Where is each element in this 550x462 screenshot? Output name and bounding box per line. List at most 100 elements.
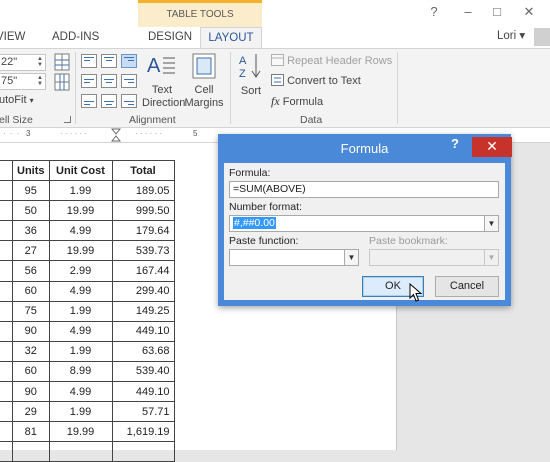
sort-button[interactable]: A Z Sort xyxy=(236,52,266,100)
paste-function-select[interactable]: ▼ xyxy=(229,249,359,266)
spinner-arrows-icon[interactable]: ▲ ▼ xyxy=(37,56,43,68)
tab-layout[interactable]: LAYOUT xyxy=(200,27,262,49)
user-name[interactable]: Lori ▾ xyxy=(497,28,525,42)
table-cell[interactable] xyxy=(48,441,113,462)
table-lead-cell[interactable] xyxy=(0,441,13,462)
table-cell[interactable]: 1.99 xyxy=(48,340,113,362)
close-button[interactable]: ✕ xyxy=(472,137,512,157)
number-format-combo[interactable]: #,##0.00 ▼ xyxy=(229,215,499,232)
repeat-header-rows-button[interactable]: Repeat Header Rows xyxy=(271,54,392,67)
table-cell[interactable]: 50 xyxy=(12,200,50,222)
table-header-cell[interactable]: Units xyxy=(12,159,50,182)
table-cell[interactable]: 75 xyxy=(12,300,50,322)
table-lead-cell[interactable] xyxy=(0,421,13,443)
cancel-button[interactable]: Cancel xyxy=(435,276,499,297)
table-cell[interactable]: 90 xyxy=(12,320,50,342)
table-lead-cell[interactable] xyxy=(0,340,13,362)
spinner-arrows-icon[interactable]: ▲ ▼ xyxy=(37,75,43,87)
table-lead-cell[interactable] xyxy=(0,220,13,242)
table-cell[interactable]: 167.44 xyxy=(111,260,175,282)
table-cell[interactable]: 2.99 xyxy=(48,260,113,282)
table-cell[interactable]: 189.05 xyxy=(111,180,175,202)
chevron-down-icon[interactable]: ▼ xyxy=(344,250,358,265)
align-bottom-center-button[interactable] xyxy=(101,94,117,108)
distribute-rows-icon[interactable] xyxy=(54,53,70,71)
table-cell[interactable]: 149.25 xyxy=(111,300,175,322)
cell-height-spinner[interactable]: 22" ▲ ▼ xyxy=(0,54,46,71)
table-lead-cell[interactable] xyxy=(0,360,13,383)
cell-margins-button[interactable]: Cell Margins xyxy=(184,52,224,112)
help-icon[interactable]: ? xyxy=(425,4,443,19)
table-cell[interactable]: 27 xyxy=(12,240,50,262)
table-cell[interactable]: 4.99 xyxy=(48,320,113,342)
table-cell[interactable]: 36 xyxy=(12,220,50,242)
table-cell[interactable]: 4.99 xyxy=(48,381,113,403)
table-cell[interactable]: 999.50 xyxy=(111,200,175,222)
align-top-left-button[interactable] xyxy=(81,54,97,68)
table-lead-cell[interactable] xyxy=(0,401,13,423)
table-lead-cell[interactable] xyxy=(0,180,13,202)
help-icon[interactable]: ? xyxy=(451,136,459,151)
table-lead-cell[interactable] xyxy=(0,260,13,282)
table-cell[interactable]: 1.99 xyxy=(48,401,113,423)
convert-to-text-button[interactable]: Convert to Text xyxy=(271,74,361,87)
cell-width-spinner[interactable]: 75" ▲ ▼ xyxy=(0,73,46,90)
tab-design[interactable]: DESIGN xyxy=(148,27,192,48)
table-lead-cell[interactable] xyxy=(0,381,13,403)
align-top-center-button[interactable] xyxy=(101,54,117,68)
table-cell[interactable]: 29 xyxy=(12,401,50,423)
align-bottom-right-button[interactable] xyxy=(121,94,137,108)
table-cell[interactable]: 19.99 xyxy=(48,240,113,262)
table-header-cell[interactable] xyxy=(0,159,13,182)
table-cell[interactable]: 32 xyxy=(12,340,50,362)
table-cell[interactable]: 1.99 xyxy=(48,180,113,202)
table-cell[interactable]: 449.10 xyxy=(111,381,175,403)
table-cell[interactable]: 19.99 xyxy=(48,421,113,443)
avatar[interactable] xyxy=(534,28,550,46)
table-cell[interactable]: 60 xyxy=(12,360,50,383)
minimize-icon[interactable]: – xyxy=(459,4,477,19)
table-cell[interactable]: 8.99 xyxy=(48,360,113,383)
table-header-cell[interactable]: Unit Cost xyxy=(48,159,113,182)
close-icon[interactable]: ✕ xyxy=(520,4,538,20)
align-center-button[interactable] xyxy=(101,74,117,88)
table-cell[interactable]: 95 xyxy=(12,180,50,202)
align-center-right-button[interactable] xyxy=(121,74,137,88)
formula-button[interactable]: fx Formula xyxy=(271,94,323,109)
table-cell[interactable]: 539.73 xyxy=(111,240,175,262)
distribute-columns-icon[interactable] xyxy=(54,73,70,91)
table-cell[interactable]: 299.40 xyxy=(111,280,175,302)
indent-marker-icon[interactable] xyxy=(111,128,121,142)
table-cell[interactable]: 56 xyxy=(12,260,50,282)
restore-icon[interactable]: □ xyxy=(488,4,506,19)
table-cell[interactable]: 60 xyxy=(12,280,50,302)
table-cell[interactable]: 1,619.19 xyxy=(111,421,175,443)
table-header-cell[interactable]: Total xyxy=(111,159,175,182)
table-cell[interactable]: 90 xyxy=(12,381,50,403)
tab-add-ins[interactable]: ADD-INS xyxy=(52,27,99,48)
formula-input[interactable]: =SUM(ABOVE) xyxy=(229,181,499,198)
tab-view[interactable]: VIEW xyxy=(0,27,25,48)
dialog-launcher-icon[interactable] xyxy=(64,116,71,123)
table-cell[interactable]: 4.99 xyxy=(48,220,113,242)
table-lead-cell[interactable] xyxy=(0,280,13,302)
table-cell[interactable]: 57.71 xyxy=(111,401,175,423)
table-cell[interactable]: 449.10 xyxy=(111,320,175,342)
autofit-button[interactable]: utoFit ▾ xyxy=(0,94,34,106)
table-cell[interactable]: 1.99 xyxy=(48,300,113,322)
align-top-right-button[interactable] xyxy=(121,54,137,68)
table-cell[interactable]: 179.64 xyxy=(111,220,175,242)
align-bottom-left-button[interactable] xyxy=(81,94,97,108)
data-table[interactable]: Units Unit Cost Total 95 1.99 189.05 50 19.9… xyxy=(0,159,175,462)
table-cell[interactable] xyxy=(12,441,50,462)
table-cell[interactable]: 4.99 xyxy=(48,280,113,302)
table-cell[interactable]: 63.68 xyxy=(111,340,175,362)
align-center-left-button[interactable] xyxy=(81,74,97,88)
table-lead-cell[interactable] xyxy=(0,240,13,262)
table-cell[interactable] xyxy=(111,441,175,462)
text-direction-button[interactable]: A Text Direction xyxy=(142,52,185,112)
table-lead-cell[interactable] xyxy=(0,300,13,322)
table-lead-cell[interactable] xyxy=(0,200,13,222)
table-cell[interactable]: 19.99 xyxy=(48,200,113,222)
table-lead-cell[interactable] xyxy=(0,320,13,342)
